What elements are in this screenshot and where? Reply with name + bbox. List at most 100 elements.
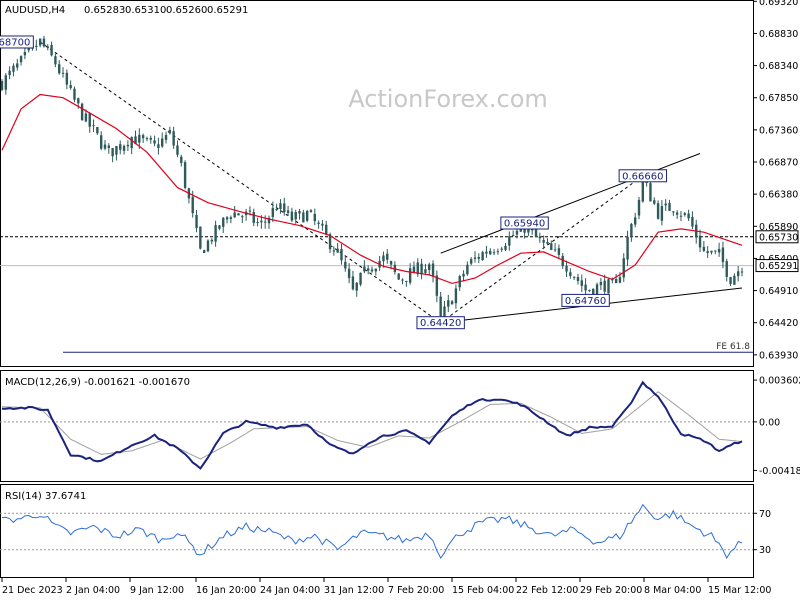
- current-price-label: 0.65291: [759, 261, 798, 272]
- candle-body: [508, 236, 511, 246]
- candle-body: [481, 252, 484, 261]
- candle-body: [325, 224, 328, 235]
- candle-body: [233, 212, 236, 218]
- x-tick-label: 8 Mar 04:00: [644, 585, 701, 596]
- candle-body: [317, 222, 320, 224]
- candle-body: [447, 300, 450, 307]
- candle-body: [61, 72, 65, 74]
- candle-body: [405, 280, 408, 282]
- candle-body: [592, 288, 595, 295]
- candle-body: [294, 212, 297, 220]
- candle-body: [355, 282, 358, 291]
- candle-body: [126, 144, 130, 147]
- candle-body: [183, 162, 187, 188]
- candle-body: [260, 220, 263, 223]
- candle-body: [164, 134, 168, 140]
- candle-body: [584, 284, 587, 291]
- macd-tick-label: 0.003602: [759, 376, 800, 387]
- candle-body: [668, 202, 671, 211]
- candle-body: [702, 246, 706, 251]
- candle-body: [740, 271, 744, 273]
- candle-body: [195, 214, 198, 229]
- candle-body: [153, 140, 156, 144]
- fe-61-8-label: FE 61.8: [716, 342, 750, 352]
- candle-body: [408, 268, 412, 283]
- candle-body: [546, 241, 549, 244]
- candle-body: [515, 230, 519, 235]
- candle-body: [565, 265, 568, 272]
- candle-body: [344, 261, 347, 269]
- candle-body: [557, 248, 561, 255]
- candle-body: [538, 236, 542, 239]
- candle-body: [290, 211, 294, 221]
- candle-body: [210, 239, 213, 242]
- candle-body: [424, 269, 427, 273]
- candle-body: [176, 145, 179, 155]
- candle-body: [698, 235, 702, 248]
- price-tick-label: 0.67360: [759, 125, 798, 136]
- candle-body: [485, 251, 488, 254]
- candle-body: [454, 288, 458, 304]
- candle-body: [58, 64, 61, 74]
- candle-body: [450, 301, 454, 305]
- candle-body: [386, 253, 389, 260]
- candle-body: [202, 250, 206, 254]
- candle-body: [141, 135, 145, 139]
- macd-label: MACD(12,26,9) -0.001621 -0.001670: [5, 377, 190, 388]
- candle-body: [69, 85, 72, 89]
- candle-body: [283, 203, 286, 212]
- candle-body: [99, 135, 103, 149]
- price-tick-label: 0.66380: [759, 190, 798, 201]
- candle-body: [38, 38, 42, 46]
- candle-body: [12, 65, 15, 72]
- x-tick-label: 9 Jan 12:00: [130, 585, 184, 596]
- candle-body: [618, 277, 622, 283]
- header-open: 0.65283: [84, 5, 125, 16]
- candle-body: [721, 247, 725, 263]
- candle-body: [725, 261, 728, 277]
- candle-body: [107, 145, 111, 148]
- x-tick-label: 31 Jan 12:00: [324, 585, 384, 596]
- candle-body: [23, 51, 27, 56]
- candle-body: [679, 215, 683, 217]
- candle-body: [736, 271, 740, 277]
- candle-body: [462, 273, 465, 277]
- candle-body: [416, 262, 419, 275]
- candle-body: [637, 199, 641, 216]
- candle-body: [73, 88, 76, 100]
- candle-body: [313, 213, 316, 222]
- candle-body: [161, 138, 164, 147]
- candle-body: [302, 212, 305, 223]
- candle-body: [84, 113, 88, 122]
- candle-body: [626, 236, 629, 260]
- candle-body: [241, 216, 244, 218]
- candle-body: [439, 296, 442, 317]
- candle-body: [80, 103, 84, 121]
- candle-body: [397, 273, 400, 280]
- candle-body: [443, 306, 446, 318]
- chart-canvas: ActionForex.com FE 61.8 0.68700 0.65940 0.6…: [0, 0, 800, 596]
- candle-body: [286, 210, 290, 213]
- candle-body: [138, 134, 141, 143]
- candle-body: [569, 272, 572, 276]
- candle-body: [683, 213, 686, 215]
- candle-body: [431, 263, 435, 277]
- candle-body: [92, 125, 95, 127]
- candle-body: [672, 211, 675, 213]
- x-tick-label: 2 Jan 04:00: [66, 585, 120, 596]
- candle-body: [225, 217, 229, 220]
- rsi-label: RSI(14) 37.6741: [5, 491, 86, 502]
- candle-body: [534, 228, 538, 237]
- price-tick-label: 0.63930: [759, 350, 798, 361]
- candle-body: [271, 207, 275, 217]
- candle-body: [252, 211, 255, 223]
- candle-body: [111, 148, 114, 157]
- candle-body: [332, 250, 336, 252]
- chart-header: AUDUSD,H4 0.65283 0.65310 0.65260 0.6529…: [5, 5, 248, 16]
- candle-body: [214, 225, 217, 242]
- candle-body: [96, 126, 99, 134]
- resistance-price-label: 0.65730: [759, 232, 798, 243]
- candle-body: [428, 264, 431, 271]
- candle-body: [469, 259, 473, 264]
- price-tick-label: 0.67850: [759, 93, 798, 104]
